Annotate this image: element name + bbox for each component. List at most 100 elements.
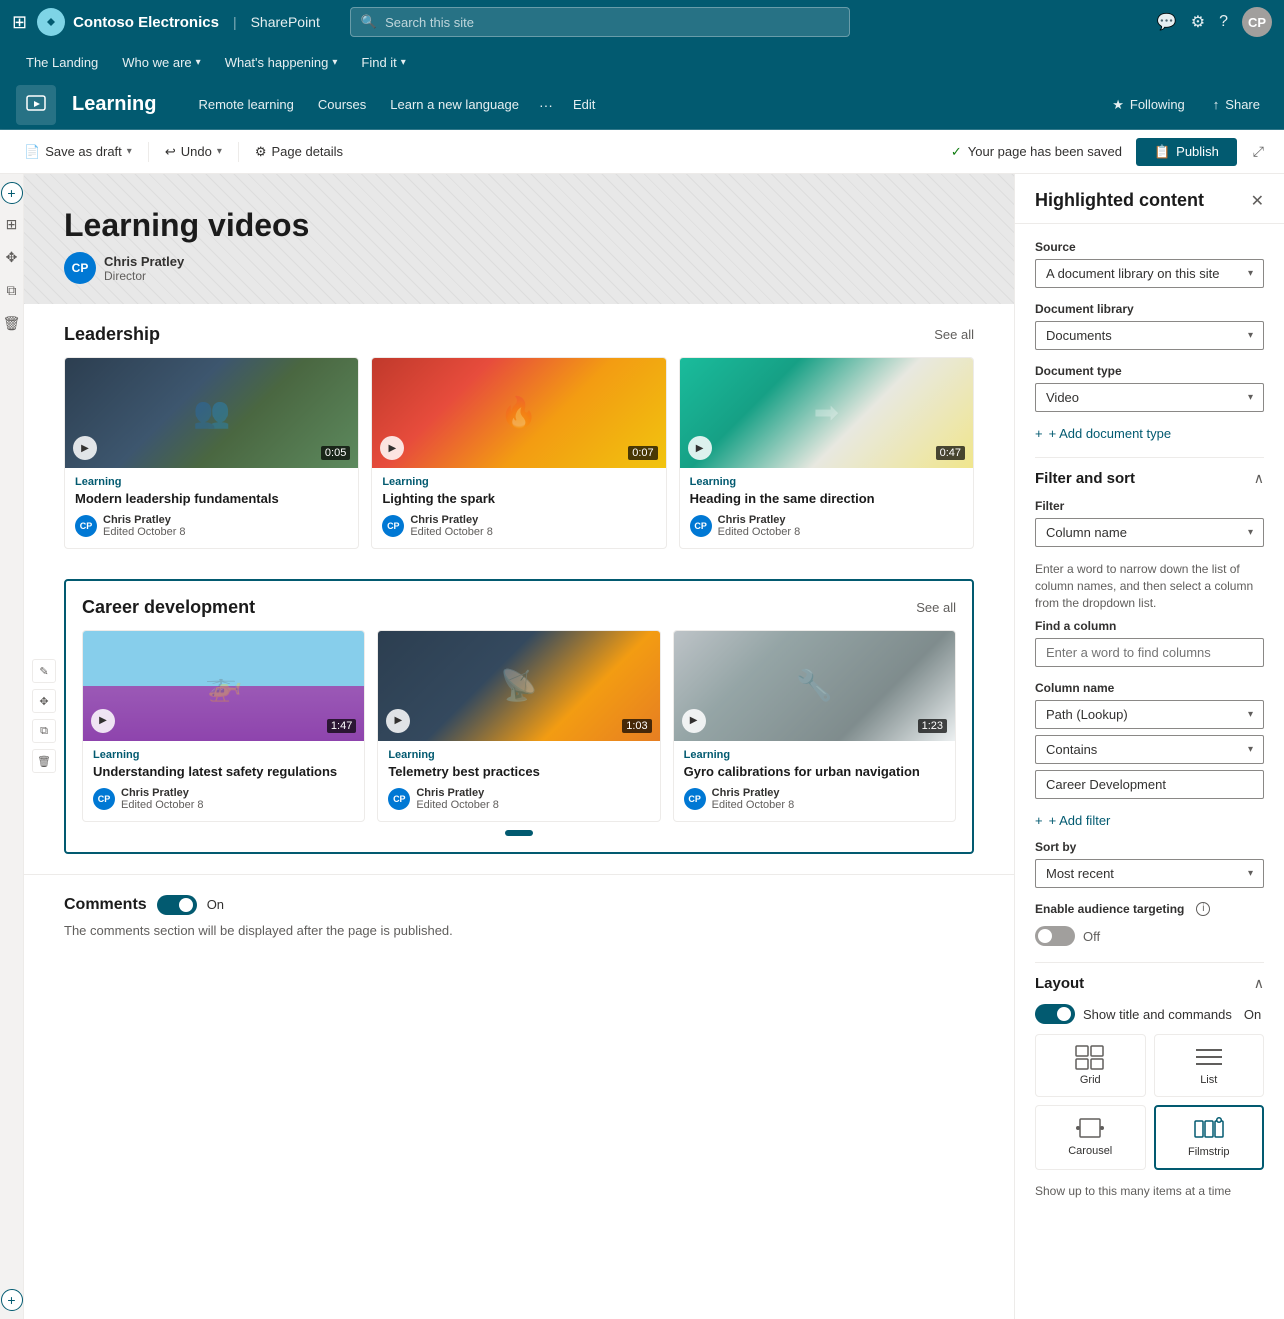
publish-button[interactable]: 📋 Publish — [1136, 138, 1237, 166]
author-info: Chris Pratley Edited October 8 — [121, 787, 204, 811]
layout-filmstrip-option[interactable]: Filmstrip — [1154, 1105, 1265, 1170]
video-card[interactable]: 📡 ▶ 1:03 Learning Telemetry best practic… — [377, 630, 660, 822]
site-nav-landing[interactable]: The Landing — [16, 44, 108, 80]
site-nav-happening[interactable]: What's happening ▾ — [215, 44, 348, 80]
doc-library-select[interactable]: Documents ▾ — [1035, 321, 1264, 350]
find-column-input[interactable] — [1035, 638, 1264, 667]
author-avatar: CP — [93, 788, 115, 810]
play-button[interactable]: ▶ — [73, 436, 97, 460]
column-name-field: Column name Path (Lookup) ▾ Contains ▾ — [1035, 681, 1264, 799]
page-hero: Learning videos CP Chris Pratley Directo… — [24, 174, 1014, 304]
help-icon[interactable]: ? — [1219, 13, 1228, 31]
contains-value: Contains — [1046, 742, 1097, 757]
leadership-see-all[interactable]: See all — [934, 327, 974, 342]
doc-type-select[interactable]: Video ▾ — [1035, 383, 1264, 412]
author-name: Chris Pratley — [104, 254, 184, 269]
info-icon[interactable]: i — [1196, 902, 1210, 916]
layout-options: Grid List Carousel — [1035, 1034, 1264, 1170]
thumb-decoration: 🔧 — [796, 668, 833, 703]
scroll-indicator — [82, 830, 956, 836]
video-card[interactable]: ➡ ▶ 0:47 Learning Heading in the same di… — [679, 357, 974, 549]
video-author: CP Chris Pratley Edited October 8 — [382, 514, 655, 538]
more-pages-icon[interactable]: ··· — [533, 97, 559, 113]
hero-author: CP Chris Pratley Director — [64, 252, 309, 284]
chat-icon[interactable]: 💬 — [1157, 12, 1177, 32]
source-select[interactable]: A document library on this site ▾ — [1035, 259, 1264, 288]
share-button[interactable]: ↑ Share — [1205, 93, 1268, 116]
video-duration: 1:23 — [918, 719, 947, 733]
video-tag: Learning — [388, 749, 649, 761]
page-nav-remote[interactable]: Remote learning — [188, 80, 303, 130]
layout-section-header: Layout ∧ — [1035, 962, 1264, 992]
edit-section-icon[interactable]: ✎ — [32, 659, 56, 683]
thumb-decoration: 🔥 — [500, 396, 537, 431]
video-card[interactable]: 👥 ▶ 0:05 Learning Modern leadership fund… — [64, 357, 359, 549]
close-panel-button[interactable]: ✕ — [1251, 191, 1264, 211]
expand-icon[interactable]: ⤢ — [1249, 139, 1268, 164]
web-parts-icon[interactable]: ⊞ — [6, 216, 18, 233]
add-filter-link[interactable]: + + Add filter — [1035, 813, 1264, 828]
comments-toggle[interactable] — [157, 895, 197, 915]
author-avatar: CP — [388, 788, 410, 810]
page-nav-edit[interactable]: Edit — [563, 80, 605, 130]
play-button[interactable]: ▶ — [380, 436, 404, 460]
show-title-label: Show title and commands — [1083, 1007, 1232, 1022]
author-name: Chris Pratley — [103, 514, 186, 526]
find-column-label: Find a column — [1035, 619, 1264, 633]
author-avatar: CP — [75, 515, 97, 537]
edit-date: Edited October 8 — [718, 526, 801, 538]
show-title-toggle[interactable] — [1035, 1004, 1075, 1024]
doc-type-value: Video — [1046, 390, 1079, 405]
video-info: Learning Heading in the same direction C… — [680, 468, 973, 548]
move-icon[interactable]: ✥ — [6, 249, 18, 266]
video-card[interactable]: 🚁 ▶ 1:47 Learning Understanding latest s… — [82, 630, 365, 822]
app-grid-icon[interactable]: ⊞ — [12, 12, 27, 33]
leadership-section: Leadership See all 👥 ▶ 0:05 Learning Mod… — [64, 324, 974, 549]
filter-value-input[interactable] — [1035, 770, 1264, 799]
audience-toggle-row: Off — [1035, 926, 1264, 946]
career-see-all[interactable]: See all — [916, 600, 956, 615]
add-section-bottom-button[interactable]: + — [1, 1289, 23, 1311]
audience-toggle[interactable] — [1035, 926, 1075, 946]
copy-icon[interactable]: ⧉ — [7, 282, 17, 299]
filter-select[interactable]: Column name ▾ — [1035, 518, 1264, 547]
avatar[interactable]: CP — [1242, 7, 1272, 37]
site-nav-find[interactable]: Find it ▾ — [351, 44, 415, 80]
edit-date: Edited October 8 — [416, 799, 499, 811]
play-button[interactable]: ▶ — [682, 709, 706, 733]
collapse-filter-icon[interactable]: ∧ — [1254, 470, 1264, 487]
layout-carousel-option[interactable]: Carousel — [1035, 1105, 1146, 1170]
column-name-select[interactable]: Path (Lookup) ▾ — [1035, 700, 1264, 729]
sort-by-select[interactable]: Most recent ▾ — [1035, 859, 1264, 888]
page-details-button[interactable]: ⚙ Page details — [247, 140, 351, 164]
add-document-type-link[interactable]: + + Add document type — [1035, 426, 1264, 441]
video-duration: 0:07 — [628, 446, 657, 460]
page-nav-courses[interactable]: Courses — [308, 80, 376, 130]
video-card[interactable]: 🔥 ▶ 0:07 Learning Lighting the spark CP … — [371, 357, 666, 549]
settings-icon[interactable]: ⚙ — [1191, 12, 1205, 32]
toggle-knob — [1038, 929, 1052, 943]
page-nav-language[interactable]: Learn a new language — [380, 80, 529, 130]
site-nav-who[interactable]: Who we are ▾ — [112, 44, 210, 80]
save-as-draft-button[interactable]: 📄 Save as draft ▾ — [16, 140, 140, 164]
layout-grid-option[interactable]: Grid — [1035, 1034, 1146, 1097]
list-layout-label: List — [1200, 1074, 1217, 1086]
duplicate-section-icon[interactable]: ⧉ — [32, 719, 56, 743]
author-avatar: CP — [684, 788, 706, 810]
play-button[interactable]: ▶ — [688, 436, 712, 460]
move-section-icon[interactable]: ✥ — [32, 689, 56, 713]
source-label: Source — [1035, 240, 1264, 254]
delete-section-icon[interactable]: 🗑 — [32, 749, 56, 773]
video-tag: Learning — [690, 476, 963, 488]
play-button[interactable]: ▶ — [91, 709, 115, 733]
delete-icon[interactable]: 🗑 — [3, 315, 21, 332]
layout-list-option[interactable]: List — [1154, 1034, 1265, 1097]
video-card[interactable]: 🔧 ▶ 1:23 Learning Gyro calibrations for … — [673, 630, 956, 822]
following-button[interactable]: ★ Following — [1104, 93, 1193, 117]
play-button[interactable]: ▶ — [386, 709, 410, 733]
undo-button[interactable]: ↩ Undo ▾ — [157, 140, 230, 164]
collapse-layout-icon[interactable]: ∧ — [1254, 975, 1264, 992]
add-section-top-button[interactable]: + — [1, 182, 23, 204]
contains-select[interactable]: Contains ▾ — [1035, 735, 1264, 764]
search-box[interactable]: 🔍 Search this site — [350, 7, 850, 37]
